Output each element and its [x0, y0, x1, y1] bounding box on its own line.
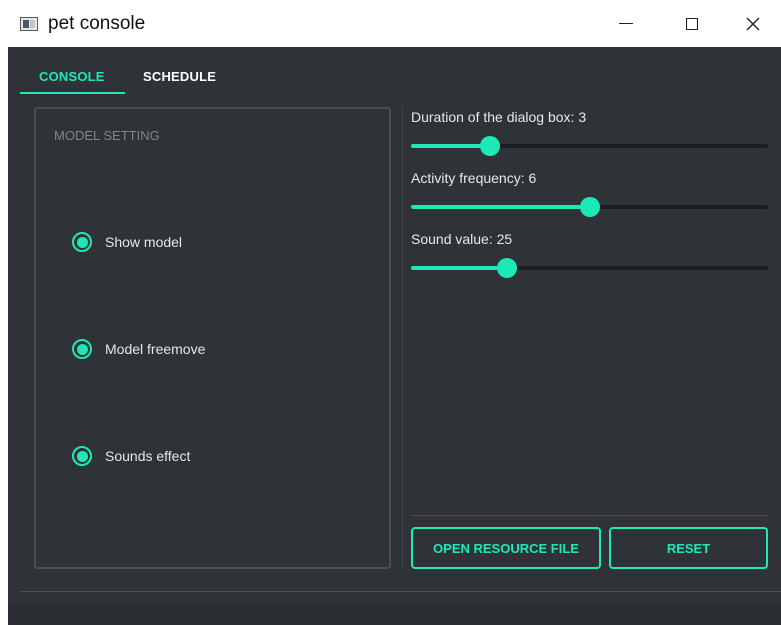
- sound-value-slider[interactable]: [411, 258, 768, 278]
- show-model-radio[interactable]: [72, 232, 92, 252]
- model-setting-group: MODEL SETTING Show model Model freemove …: [34, 107, 391, 569]
- activity-frequency-handle[interactable]: [579, 197, 600, 217]
- status-strip: [8, 605, 781, 625]
- active-tab-indicator: [20, 92, 125, 94]
- panel-divider: [402, 107, 403, 569]
- tab-schedule[interactable]: SCHEDULE: [143, 69, 216, 84]
- close-icon: [746, 17, 760, 30]
- window-title: pet console: [48, 13, 146, 34]
- model-freemove-label: Model freemove: [105, 341, 206, 357]
- model-freemove-radio[interactable]: [72, 339, 92, 359]
- model-freemove-option[interactable]: Model freemove: [72, 339, 205, 359]
- app-body: CONSOLE SCHEDULE MODEL SETTING Show mode…: [8, 47, 781, 625]
- tab-console[interactable]: CONSOLE: [39, 69, 105, 84]
- activity-frequency-slider[interactable]: [411, 197, 768, 217]
- sound-value-label: Sound value: 25: [411, 231, 513, 247]
- show-model-label: Show model: [105, 234, 183, 250]
- dialog-duration-slider[interactable]: [411, 136, 768, 156]
- sound-value-handle[interactable]: [497, 258, 518, 278]
- bottom-separator: [20, 591, 781, 592]
- model-setting-title: MODEL SETTING: [54, 128, 160, 143]
- maximize-button[interactable]: [659, 0, 725, 47]
- sounds-effect-option[interactable]: Sounds effect: [72, 446, 190, 466]
- maximize-icon: [686, 17, 698, 30]
- activity-frequency-label: Activity frequency: 6: [411, 170, 537, 186]
- dialog-duration-handle[interactable]: [479, 136, 500, 156]
- open-resource-file-button[interactable]: OPEN RESOURCE FILE: [411, 527, 601, 569]
- title-bar: pet console: [0, 0, 781, 47]
- button-divider: [411, 515, 768, 516]
- minimize-button[interactable]: [593, 0, 659, 47]
- activity-frequency-fill: [411, 205, 590, 209]
- app-window-icon: [20, 17, 38, 31]
- sounds-effect-label: Sounds effect: [105, 448, 191, 464]
- dialog-duration-fill: [411, 144, 490, 148]
- dialog-duration-label: Duration of the dialog box: 3: [411, 109, 587, 125]
- reset-button[interactable]: RESET: [609, 527, 768, 569]
- sounds-effect-radio[interactable]: [72, 446, 92, 466]
- close-button[interactable]: [725, 0, 781, 47]
- sound-value-fill: [411, 266, 508, 270]
- minimize-icon: [619, 22, 633, 25]
- show-model-option[interactable]: Show model: [72, 232, 182, 252]
